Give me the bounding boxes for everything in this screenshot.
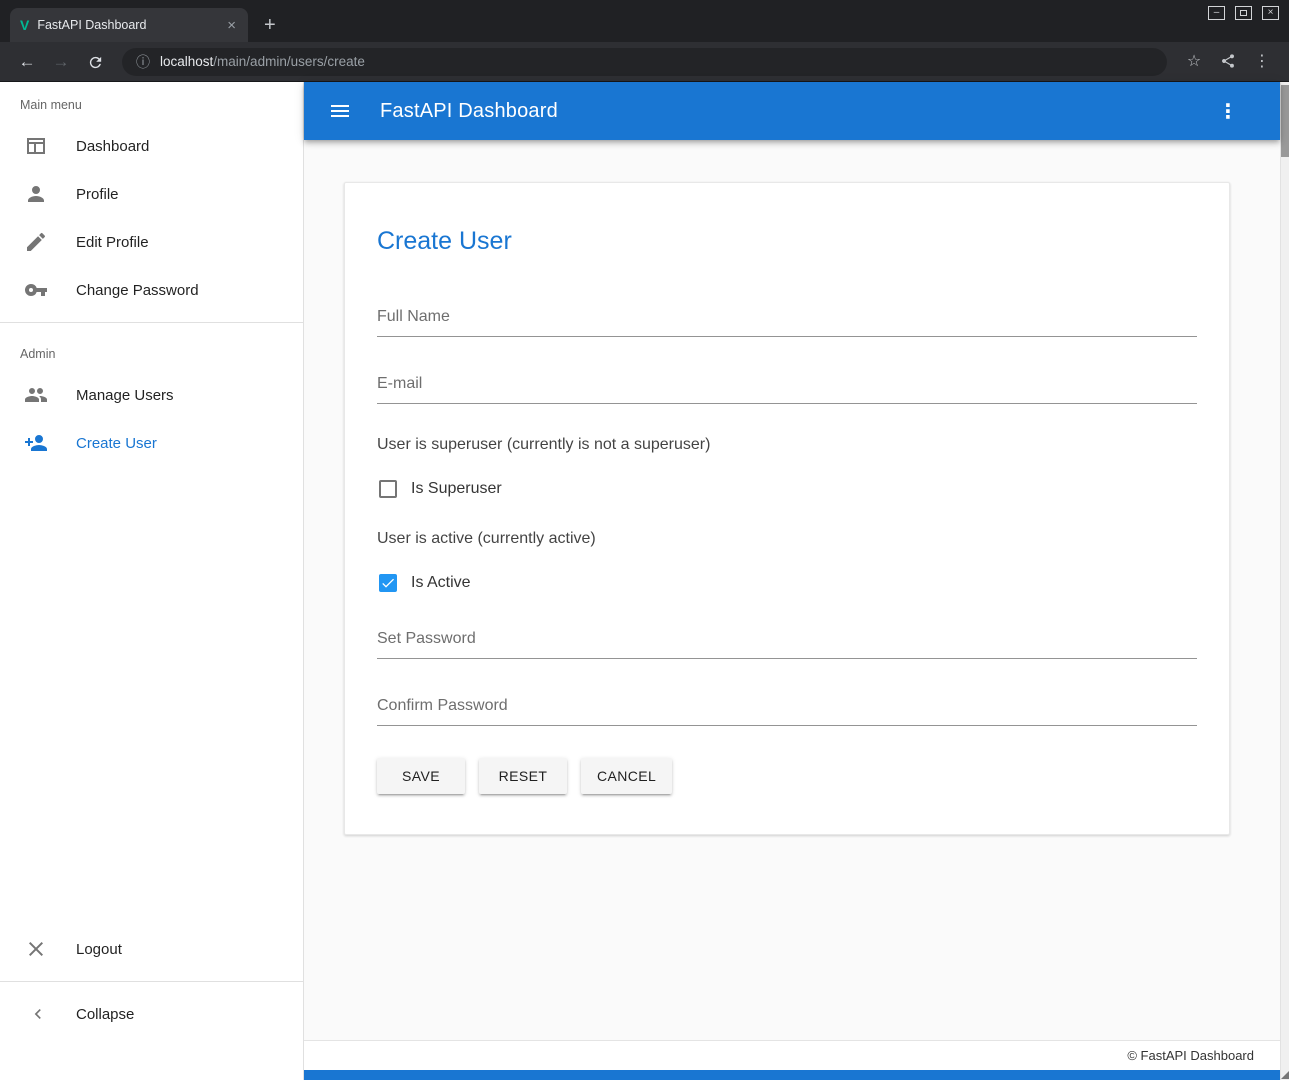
page: Main menu Dashboard Profile Edit Profile… <box>0 82 1289 1080</box>
person-add-icon <box>24 431 48 455</box>
dashboard-icon <box>24 134 48 158</box>
sidebar: Main menu Dashboard Profile Edit Profile… <box>0 82 304 1080</box>
full-name-input[interactable] <box>377 302 1197 337</box>
close-tab-icon[interactable]: × <box>225 17 238 34</box>
site-info-icon[interactable]: ⓘ <box>136 52 150 72</box>
copyright-text: © FastAPI Dashboard <box>1127 1048 1254 1063</box>
sidebar-divider <box>0 981 303 982</box>
favicon-v-icon: V <box>20 17 29 33</box>
app-title: FastAPI Dashboard <box>380 100 1184 123</box>
browser-tab-bar: V FastAPI Dashboard × + – × <box>0 0 1289 42</box>
superuser-checkbox-row[interactable]: Is Superuser <box>379 480 1197 498</box>
sidebar-item-logout[interactable]: Logout <box>0 925 303 973</box>
back-button[interactable]: ← <box>12 47 42 77</box>
sidebar-item-dashboard[interactable]: Dashboard <box>0 122 303 170</box>
hamburger-icon <box>328 99 352 123</box>
cancel-button[interactable]: CANCEL <box>581 758 672 794</box>
sidebar-item-label: Profile <box>76 186 119 203</box>
bookmark-star-icon[interactable]: ☆ <box>1179 47 1209 77</box>
page-title: Create User <box>377 227 1197 256</box>
email-input[interactable] <box>377 369 1197 404</box>
url-text: localhost/main/admin/users/create <box>160 54 365 69</box>
superuser-checkbox-label: Is Superuser <box>411 480 502 498</box>
checkmark-icon <box>380 575 396 591</box>
key-icon <box>24 278 48 302</box>
confirm-password-input[interactable] <box>377 691 1197 726</box>
hamburger-menu-button[interactable] <box>328 99 352 123</box>
footer: © FastAPI Dashboard <box>304 1040 1280 1070</box>
content-area: Create User User is superuser (currently… <box>304 140 1280 1040</box>
url-host: localhost <box>160 54 213 69</box>
tab-title: FastAPI Dashboard <box>37 18 217 32</box>
sidebar-item-edit-profile[interactable]: Edit Profile <box>0 218 303 266</box>
sidebar-item-label: Change Password <box>76 282 199 299</box>
maximize-button[interactable] <box>1235 6 1252 20</box>
confirm-password-field-wrap <box>377 691 1197 726</box>
sidebar-item-create-user[interactable]: Create User <box>0 419 303 467</box>
browser-window: V FastAPI Dashboard × + – × ← → ⓘ localh… <box>0 0 1289 1080</box>
forward-button[interactable]: → <box>46 47 76 77</box>
form-actions: SAVE RESET CANCEL <box>377 758 1197 794</box>
reset-button[interactable]: RESET <box>479 758 567 794</box>
browser-tab[interactable]: V FastAPI Dashboard × <box>10 8 248 42</box>
group-icon <box>24 383 48 407</box>
share-nodes-icon <box>1220 53 1236 69</box>
sidebar-item-profile[interactable]: Profile <box>0 170 303 218</box>
browser-menu-button[interactable]: ⋮ <box>1247 47 1277 77</box>
active-checkbox-row[interactable]: Is Active <box>379 574 1197 592</box>
maximize-icon <box>1240 10 1247 16</box>
close-window-button[interactable]: × <box>1262 6 1279 20</box>
reload-button[interactable] <box>80 47 110 77</box>
sidebar-section-main-menu: Main menu <box>0 82 303 122</box>
full-name-field-wrap <box>377 302 1197 337</box>
active-hint: User is active (currently active) <box>377 530 1197 548</box>
save-button[interactable]: SAVE <box>377 758 465 794</box>
close-x-icon <box>24 937 48 961</box>
superuser-checkbox[interactable] <box>379 480 397 498</box>
sidebar-item-label: Edit Profile <box>76 234 149 251</box>
sidebar-spacer <box>0 467 303 925</box>
sidebar-item-label: Collapse <box>76 1006 134 1023</box>
set-password-field-wrap <box>377 624 1197 659</box>
scrollbar-thumb[interactable] <box>1281 85 1289 157</box>
set-password-input[interactable] <box>377 624 1197 659</box>
footer-accent-bar <box>304 1070 1280 1080</box>
browser-toolbar: ← → ⓘ localhost/main/admin/users/create … <box>0 42 1289 82</box>
resize-grip-icon <box>1281 1071 1289 1079</box>
person-icon <box>24 182 48 206</box>
address-bar[interactable]: ⓘ localhost/main/admin/users/create <box>122 48 1167 76</box>
sidebar-item-label: Create User <box>76 435 157 452</box>
app-bar: FastAPI Dashboard ⋮ <box>304 82 1280 140</box>
sidebar-item-label: Logout <box>76 941 122 958</box>
appbar-menu-button[interactable]: ⋮ <box>1212 99 1244 124</box>
sidebar-section-admin: Admin <box>0 331 303 371</box>
email-field-wrap <box>377 369 1197 404</box>
chevron-left-icon <box>28 1004 48 1024</box>
sidebar-collapse-button[interactable]: Collapse <box>0 990 303 1038</box>
sidebar-item-manage-users[interactable]: Manage Users <box>0 371 303 419</box>
main-area: FastAPI Dashboard ⋮ Create User User is … <box>304 82 1280 1080</box>
create-user-card: Create User User is superuser (currently… <box>344 182 1230 835</box>
minimize-button[interactable]: – <box>1208 6 1225 20</box>
extensions-icon[interactable] <box>1213 47 1243 77</box>
reload-icon <box>87 54 104 71</box>
sidebar-divider <box>0 322 303 323</box>
sidebar-item-label: Dashboard <box>76 138 149 155</box>
sidebar-bottom-padding <box>0 1038 303 1080</box>
sidebar-item-change-password[interactable]: Change Password <box>0 266 303 314</box>
superuser-hint: User is superuser (currently is not a su… <box>377 436 1197 454</box>
url-path: /main/admin/users/create <box>213 54 365 69</box>
new-tab-button[interactable]: + <box>264 15 276 35</box>
page-scrollbar[interactable] <box>1280 82 1289 1080</box>
pencil-icon <box>24 230 48 254</box>
window-controls: – × <box>1208 6 1279 20</box>
active-checkbox[interactable] <box>379 574 397 592</box>
active-checkbox-label: Is Active <box>411 574 471 592</box>
sidebar-item-label: Manage Users <box>76 387 174 404</box>
